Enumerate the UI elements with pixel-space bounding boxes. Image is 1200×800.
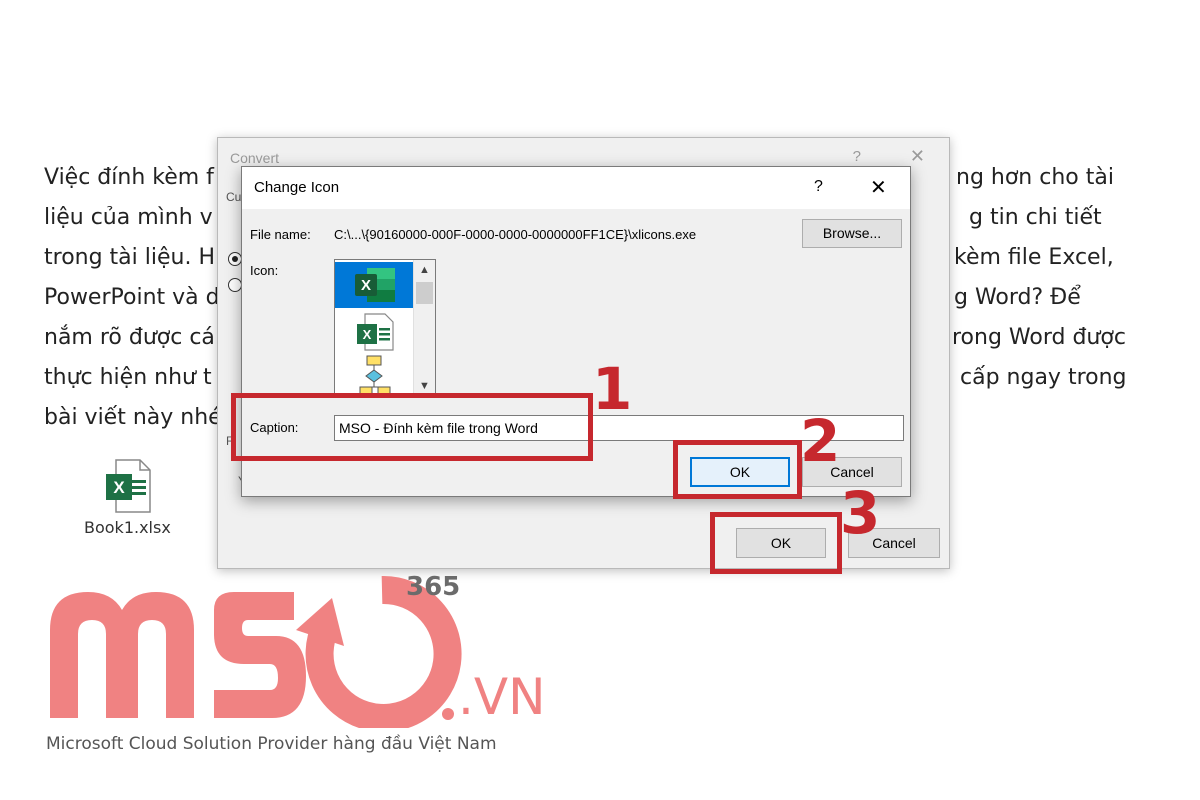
dialog-titlebar: Change Icon ? ✕ (242, 167, 910, 209)
article-line: liệu của mình v (44, 205, 213, 230)
convert-dialog-title: Convert (230, 150, 280, 166)
convert-stub-label: Cu (226, 190, 242, 204)
svg-text:X: X (361, 277, 371, 294)
article-line: trong tài liệu. H (44, 245, 215, 270)
article-line: cấp ngay trong (960, 365, 1127, 390)
svg-text:X: X (363, 327, 372, 342)
browse-button[interactable]: Browse... (802, 219, 902, 248)
logo-badge-365: 365 (406, 572, 461, 602)
article-line: g Word? Để (954, 285, 1081, 310)
close-icon[interactable]: ✕ (870, 175, 887, 200)
help-icon[interactable]: ? (853, 148, 861, 165)
article-line: kèm file Excel, (954, 245, 1114, 270)
step-3-label: 3 (840, 479, 881, 547)
logo-tagline: Microsoft Cloud Solution Provider hàng đ… (46, 734, 497, 754)
step-2-label: 2 (800, 407, 841, 475)
excel-document-icon[interactable]: X (355, 312, 395, 357)
logo-suffix: .VN (458, 668, 546, 726)
convert-radio[interactable] (228, 278, 242, 292)
excel-file-icon: X (104, 458, 152, 514)
embedded-excel-file[interactable]: X Book1.xlsx (84, 458, 184, 537)
scroll-up-icon[interactable]: ▲ (419, 264, 430, 276)
article-line: Việc đính kèm f (44, 165, 214, 190)
article-line: rong Word được (952, 325, 1126, 350)
icon-list[interactable]: X X ▲ ▼ (334, 259, 436, 395)
file-name-value: C:\...\{90160000-000F-0000-0000-0000000F… (334, 227, 697, 242)
article-line: nắm rõ được cá (44, 325, 215, 350)
excel-icon[interactable]: X (353, 266, 397, 309)
embedded-file-caption: Book1.xlsx (84, 518, 171, 537)
close-icon[interactable]: ✕ (910, 146, 925, 167)
convert-ok-highlight-box (710, 512, 842, 574)
article-line: bài viết này nhé (44, 405, 222, 430)
article-line: thực hiện như t (44, 365, 212, 390)
caption-highlight-box (231, 393, 593, 461)
article-line: PowerPoint và d (44, 285, 220, 310)
icon-label: Icon: (250, 263, 279, 278)
step-1-label: 1 (592, 355, 633, 423)
scroll-down-icon[interactable]: ▼ (419, 380, 430, 392)
scroll-thumb[interactable] (416, 282, 433, 304)
article-line: ng hơn cho tài (956, 165, 1114, 190)
convert-radio-selected[interactable] (228, 252, 242, 266)
file-name-label: File name: (250, 227, 311, 242)
svg-text:X: X (113, 478, 125, 497)
article-line: g tin chi tiết (969, 205, 1102, 230)
diagram-icon[interactable] (357, 354, 397, 394)
dialog-title: Change Icon (254, 179, 340, 196)
ok-highlight-box (673, 440, 802, 499)
mso-logo: 365 .VN Microsoft Cloud Solution Provide… (44, 568, 564, 788)
help-icon[interactable]: ? (814, 178, 823, 196)
icon-list-scrollbar[interactable]: ▲ ▼ (413, 260, 435, 394)
